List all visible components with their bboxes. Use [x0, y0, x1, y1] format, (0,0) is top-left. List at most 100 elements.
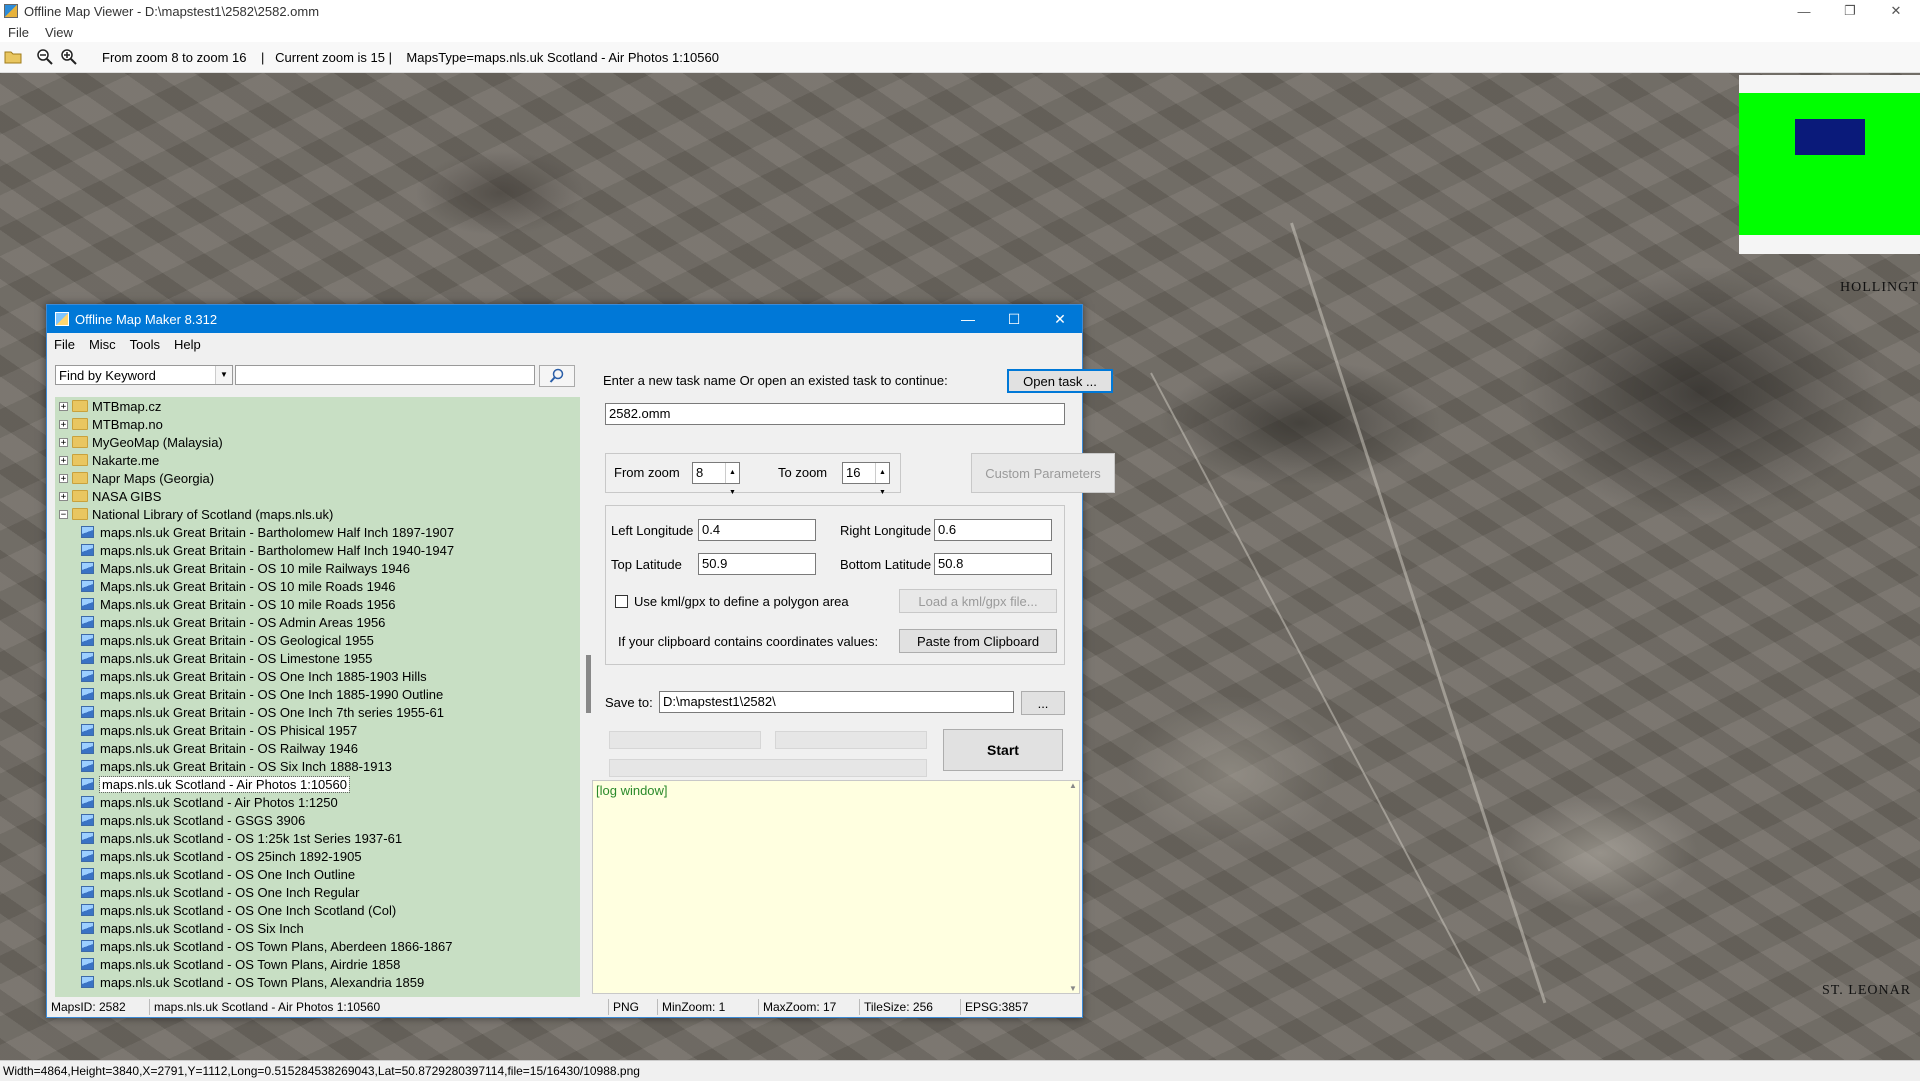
- left-longitude-input[interactable]: 0.4: [698, 519, 816, 541]
- tree-map-item[interactable]: maps.nls.uk Great Britain - OS Admin Are…: [55, 613, 580, 631]
- collapse-icon[interactable]: −: [59, 509, 68, 519]
- dialog-close-button[interactable]: ✕: [1037, 305, 1083, 333]
- map-tile-icon: [81, 850, 94, 862]
- save-path-input[interactable]: D:\mapstest1\2582\: [659, 691, 1014, 713]
- dialog-menu-file[interactable]: File: [47, 337, 82, 352]
- tree-folder[interactable]: + Nakarte.me: [55, 451, 580, 469]
- tree-map-item[interactable]: Maps.nls.uk Great Britain - OS 10 mile R…: [55, 577, 580, 595]
- tree-map-item[interactable]: maps.nls.uk Scotland - GSGS 3906: [55, 811, 580, 829]
- tree-map-item[interactable]: maps.nls.uk Scotland - OS Town Plans, Ab…: [55, 937, 580, 955]
- tree-map-item[interactable]: maps.nls.uk Scotland - Air Photos 1:1056…: [55, 775, 580, 793]
- tree-map-item-label: Maps.nls.uk Great Britain - OS 10 mile R…: [100, 560, 410, 576]
- tree-folder[interactable]: + MyGeoMap (Malaysia): [55, 433, 580, 451]
- custom-parameters-button[interactable]: Custom Parameters: [971, 453, 1115, 493]
- close-button[interactable]: ✕: [1873, 0, 1919, 22]
- dialog-menu-tools[interactable]: Tools: [123, 337, 167, 352]
- tree-scroll-thumb[interactable]: [586, 655, 591, 713]
- menu-view[interactable]: View: [37, 25, 81, 40]
- tree-map-item[interactable]: Maps.nls.uk Great Britain - OS 10 mile R…: [55, 559, 580, 577]
- tree-map-item[interactable]: Maps.nls.uk Great Britain - OS 10 mile R…: [55, 595, 580, 613]
- scroll-down-icon[interactable]: ▼: [1069, 984, 1077, 993]
- map-tile-icon: [81, 616, 94, 628]
- tree-map-item[interactable]: maps.nls.uk Great Britain - OS Phisical …: [55, 721, 580, 739]
- start-button[interactable]: Start: [943, 729, 1063, 771]
- open-task-button[interactable]: Open task ...: [1007, 369, 1113, 393]
- search-button[interactable]: [539, 365, 575, 387]
- map-tile-icon: [81, 526, 94, 538]
- map-rail-line: [1290, 222, 1547, 1004]
- tree-map-item[interactable]: maps.nls.uk Scotland - OS 25inch 1892-19…: [55, 847, 580, 865]
- log-window[interactable]: [log window] ▲ ▼: [592, 780, 1080, 994]
- map-tile-icon: [81, 562, 94, 574]
- expand-icon[interactable]: +: [59, 473, 68, 483]
- tree-map-item[interactable]: maps.nls.uk Scotland - OS Six Inch: [55, 919, 580, 937]
- menu-file[interactable]: File: [0, 25, 37, 40]
- paste-from-clipboard-button[interactable]: Paste from Clipboard: [899, 629, 1057, 653]
- tree-map-item-label: maps.nls.uk Great Britain - OS Six Inch …: [100, 758, 392, 774]
- dialog-maximize-button[interactable]: ☐: [991, 305, 1037, 333]
- scroll-up-icon[interactable]: ▲: [1069, 781, 1077, 790]
- tree-map-item[interactable]: maps.nls.uk Great Britain - Bartholomew …: [55, 541, 580, 559]
- tree-map-item[interactable]: maps.nls.uk Scotland - OS One Inch Outli…: [55, 865, 580, 883]
- dialog-menu-misc[interactable]: Misc: [82, 337, 123, 352]
- tree-map-item[interactable]: maps.nls.uk Scotland - OS One Inch Regul…: [55, 883, 580, 901]
- tree-map-item[interactable]: maps.nls.uk Great Britain - OS Limestone…: [55, 649, 580, 667]
- tree-map-item[interactable]: maps.nls.uk Great Britain - OS One Inch …: [55, 685, 580, 703]
- overview-minimap[interactable]: [1739, 75, 1920, 254]
- tree-map-item[interactable]: maps.nls.uk Great Britain - OS One Inch …: [55, 703, 580, 721]
- load-kml-button[interactable]: Load a kml/gpx file...: [899, 589, 1057, 613]
- tree-map-item[interactable]: maps.nls.uk Scotland - OS Town Plans, Ai…: [55, 955, 580, 973]
- browse-button[interactable]: ...: [1021, 691, 1065, 715]
- map-source-tree[interactable]: + MTBmap.cz + MTBmap.no + MyGeoMap (Malaysia)…: [55, 397, 580, 997]
- expand-icon[interactable]: +: [59, 491, 68, 501]
- expand-icon[interactable]: +: [59, 401, 68, 411]
- tree-map-item[interactable]: maps.nls.uk Scotland - Air Photos 1:1250: [55, 793, 580, 811]
- log-scrollbar[interactable]: ▲ ▼: [1067, 781, 1079, 993]
- to-zoom-stepper[interactable]: 16 ▲ ▼: [842, 462, 890, 496]
- dialog-minimize-button[interactable]: —: [945, 305, 991, 333]
- to-zoom-value: 16: [846, 465, 861, 480]
- tree-map-item[interactable]: maps.nls.uk Great Britain - OS Geologica…: [55, 631, 580, 649]
- expand-icon[interactable]: +: [59, 437, 68, 447]
- search-input[interactable]: [235, 365, 535, 385]
- tree-map-item-label: maps.nls.uk Scotland - OS 25inch 1892-19…: [100, 848, 362, 864]
- map-tile-icon: [81, 724, 94, 736]
- open-folder-icon[interactable]: [2, 46, 24, 68]
- tree-folder[interactable]: − National Library of Scotland (maps.nls.…: [55, 505, 580, 523]
- expand-icon[interactable]: +: [59, 419, 68, 429]
- top-latitude-input[interactable]: 50.9: [698, 553, 816, 575]
- tree-map-item[interactable]: maps.nls.uk Scotland - OS One Inch Scotl…: [55, 901, 580, 919]
- expand-icon[interactable]: +: [59, 455, 68, 465]
- right-longitude-input[interactable]: 0.6: [934, 519, 1052, 541]
- tree-map-item[interactable]: maps.nls.uk Great Britain - OS One Inch …: [55, 667, 580, 685]
- search-mode-select[interactable]: Find by Keyword ▼: [55, 365, 233, 385]
- tree-folder[interactable]: + MTBmap.cz: [55, 397, 580, 415]
- map-label-hollington: HOLLINGT: [1840, 280, 1919, 295]
- zoom-out-icon[interactable]: [34, 46, 56, 68]
- folder-icon: [72, 418, 88, 430]
- tree-map-item[interactable]: maps.nls.uk Great Britain - OS Six Inch …: [55, 757, 580, 775]
- tree-map-item[interactable]: maps.nls.uk Scotland - OS 1:25k 1st Seri…: [55, 829, 580, 847]
- tree-folder[interactable]: + Napr Maps (Georgia): [55, 469, 580, 487]
- minimize-button[interactable]: —: [1781, 0, 1827, 22]
- viewer-status-text: Width=4864,Height=3840,X=2791,Y=1112,Lon…: [3, 1064, 640, 1078]
- stepper-arrows-icon[interactable]: ▲ ▼: [875, 463, 889, 496]
- tree-map-item-label: maps.nls.uk Great Britain - Bartholomew …: [100, 524, 455, 540]
- stepper-arrows-icon[interactable]: ▲ ▼: [725, 463, 739, 496]
- tree-map-item[interactable]: maps.nls.uk Great Britain - OS Railway 1…: [55, 739, 580, 757]
- dialog-menu-help[interactable]: Help: [167, 337, 208, 352]
- bottom-latitude-input[interactable]: 50.8: [934, 553, 1052, 575]
- tree-folder[interactable]: + MTBmap.no: [55, 415, 580, 433]
- zoom-in-icon[interactable]: [58, 46, 80, 68]
- tree-folder[interactable]: + NASA GIBS: [55, 487, 580, 505]
- tree-map-item[interactable]: maps.nls.uk Great Britain - Bartholomew …: [55, 523, 580, 541]
- from-zoom-stepper[interactable]: 8 ▲ ▼: [692, 462, 740, 496]
- search-row: Find by Keyword ▼: [55, 365, 575, 387]
- task-name-input[interactable]: 2582.omm: [605, 403, 1065, 425]
- kml-checkbox[interactable]: [615, 595, 628, 608]
- coordinates-group: Left Longitude 0.4 Right Longitude 0.6 T…: [605, 505, 1065, 665]
- overview-viewport[interactable]: [1795, 119, 1865, 155]
- maximize-button[interactable]: ❐: [1827, 0, 1873, 22]
- chevron-down-icon[interactable]: ▼: [215, 366, 232, 384]
- tree-map-item[interactable]: maps.nls.uk Scotland - OS Town Plans, Al…: [55, 973, 580, 991]
